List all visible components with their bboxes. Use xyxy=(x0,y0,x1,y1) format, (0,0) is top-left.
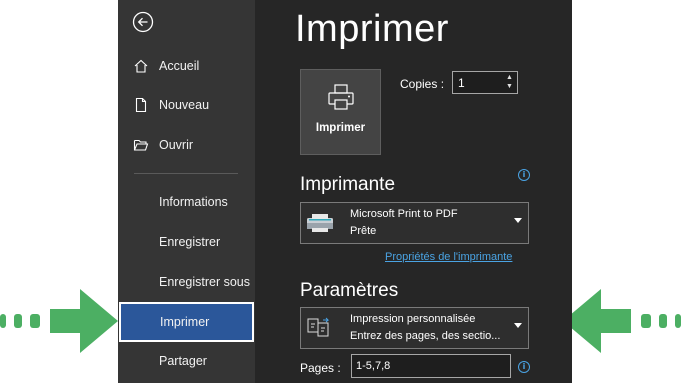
chevron-up-icon[interactable]: ▲ xyxy=(505,73,514,82)
sidebar-item-informations[interactable]: Informations xyxy=(118,185,255,219)
sidebar-item-enregistrer[interactable]: Enregistrer xyxy=(118,225,255,259)
sidebar-item-label: Imprimer xyxy=(160,315,210,329)
sidebar-item-ouvrir[interactable]: Ouvrir xyxy=(118,128,255,162)
info-icon[interactable]: i xyxy=(518,361,530,373)
sidebar-item-label: Partager xyxy=(159,354,207,368)
printer-select[interactable]: Microsoft Print to PDF Prête xyxy=(300,202,529,244)
back-arrow-icon xyxy=(132,11,154,33)
backstage-sidebar: Accueil Nouveau Ouvrir Informations Enre… xyxy=(118,0,255,383)
sidebar-item-label: Nouveau xyxy=(159,98,210,112)
sidebar-item-enregistrer-sous[interactable]: Enregistrer sous xyxy=(118,265,255,299)
print-range-name: Impression personnalisée xyxy=(350,313,476,325)
chevron-down-icon xyxy=(514,323,522,328)
info-icon[interactable]: i xyxy=(518,169,530,181)
chevron-down-icon[interactable]: ▼ xyxy=(505,82,514,91)
sidebar-item-label: Enregistrer xyxy=(159,235,221,249)
sidebar-divider xyxy=(134,173,238,174)
printer-name: Microsoft Print to PDF xyxy=(350,208,458,220)
custom-pages-icon xyxy=(307,317,330,337)
copies-label: Copies : xyxy=(400,77,445,91)
back-button[interactable] xyxy=(132,11,154,33)
print-button[interactable]: Imprimer xyxy=(300,69,381,155)
sidebar-item-label: Ouvrir xyxy=(159,138,194,152)
pages-value: 1-5,7,8 xyxy=(356,360,391,372)
pages-input[interactable]: 1-5,7,8 xyxy=(351,354,511,378)
sidebar-item-imprimer[interactable]: Imprimer xyxy=(119,302,254,342)
left-pointer-arrow xyxy=(0,289,118,353)
chevron-down-icon xyxy=(514,218,522,223)
sidebar-item-nouveau[interactable]: Nouveau xyxy=(118,88,255,122)
open-folder-icon xyxy=(132,136,150,154)
printer-status: Prête xyxy=(350,225,377,237)
pages-label: Pages : xyxy=(300,361,341,375)
copies-value: 1 xyxy=(458,76,465,90)
copies-spin-buttons[interactable]: ▲ ▼ xyxy=(505,73,514,92)
settings-section-title: Paramètres xyxy=(300,280,399,301)
print-button-label: Imprimer xyxy=(315,122,366,134)
printer-properties-link[interactable]: Propriétés de l'imprimante xyxy=(385,251,512,263)
sidebar-item-accueil[interactable]: Accueil xyxy=(118,49,255,83)
sidebar-item-label: Enregistrer sous xyxy=(159,275,251,289)
print-range-select[interactable]: Impression personnalisée Entrez des page… xyxy=(300,307,529,349)
sidebar-item-label: Informations xyxy=(159,195,228,209)
new-document-icon xyxy=(132,96,150,114)
printer-device-icon xyxy=(307,214,333,232)
right-pointer-arrow xyxy=(563,289,681,353)
printer-icon xyxy=(327,84,354,110)
page-title: Imprimer xyxy=(295,8,449,50)
print-panel: Imprimer Imprimer Copies : 1 ▲ ▼ Imprima… xyxy=(255,0,572,383)
print-range-description: Entrez des pages, des sectio... xyxy=(350,330,501,342)
copies-stepper[interactable]: 1 ▲ ▼ xyxy=(452,71,518,94)
backstage-window: Accueil Nouveau Ouvrir Informations Enre… xyxy=(118,0,572,383)
home-icon xyxy=(132,57,150,75)
sidebar-item-label: Accueil xyxy=(159,59,200,73)
printer-section-title: Imprimante xyxy=(300,174,396,195)
sidebar-item-partager[interactable]: Partager xyxy=(118,344,255,378)
